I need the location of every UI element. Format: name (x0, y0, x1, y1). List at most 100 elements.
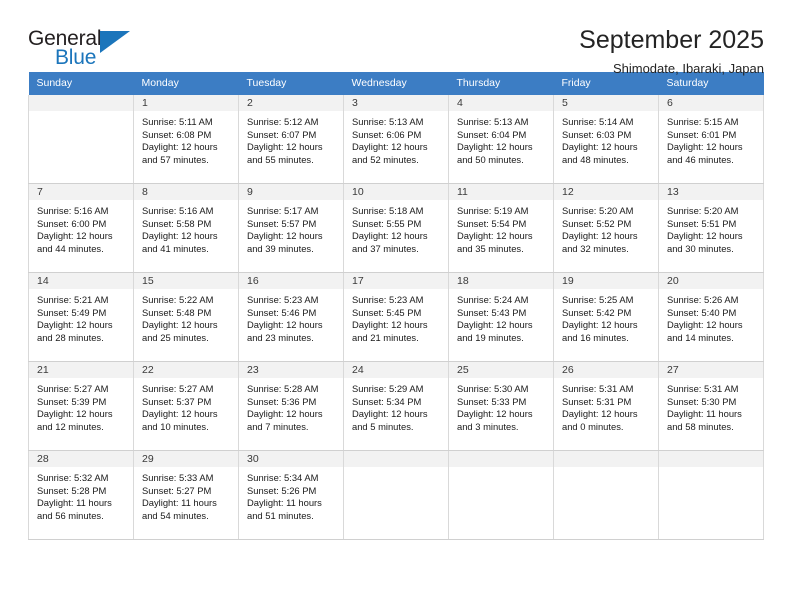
title-block: September 2025 Shimodate, Ibaraki, Japan (579, 26, 764, 77)
calendar-day-cell[interactable]: 10 Sunrise: 5:18 AM Sunset: 5:55 PM Dayligh… (343, 183, 449, 273)
sunset-time: Sunset: 6:03 PM (562, 128, 632, 140)
sunset-time: Sunset: 5:57 PM (247, 217, 317, 229)
day-number: 11 (449, 184, 553, 200)
day-cell-content: 19 Sunrise: 5:25 AM Sunset: 5:42 PM Dayligh… (554, 273, 658, 361)
sunset-time: Sunset: 5:48 PM (142, 306, 212, 318)
daylight-duration-line1: Daylight: 12 hours (247, 408, 323, 420)
day-sun-info: Sunrise: 5:20 AM Sunset: 5:52 PM Daylight:… (554, 200, 658, 255)
day-cell-content: 1 Sunrise: 5:11 AM Sunset: 6:08 PM Daylight… (134, 95, 238, 183)
day-cell-content (344, 451, 448, 539)
sunrise-time: Sunrise: 5:30 AM (457, 383, 529, 394)
calendar-day-cell[interactable]: 23 Sunrise: 5:28 AM Sunset: 5:36 PM Dayligh… (238, 361, 344, 451)
day-sun-info: Sunrise: 5:13 AM Sunset: 6:06 PM Daylight:… (344, 111, 448, 166)
calendar-day-cell[interactable]: 6 Sunrise: 5:15 AM Sunset: 6:01 PM Daylight… (658, 95, 764, 184)
sunset-time: Sunset: 5:58 PM (142, 217, 212, 229)
sunset-time: Sunset: 6:07 PM (247, 128, 317, 140)
day-cell-content: 18 Sunrise: 5:24 AM Sunset: 5:43 PM Dayligh… (449, 273, 553, 361)
daylight-duration-line2: and 7 minutes. (247, 420, 309, 432)
calendar-day-cell[interactable]: 1 Sunrise: 5:11 AM Sunset: 6:08 PM Daylight… (133, 95, 239, 184)
calendar-day-cell[interactable]: 4 Sunrise: 5:13 AM Sunset: 6:04 PM Daylight… (448, 95, 554, 184)
day-number: 5 (554, 95, 658, 111)
calendar-day-cell[interactable]: 28 Sunrise: 5:32 AM Sunset: 5:28 PM Dayligh… (28, 450, 134, 540)
day-cell-content: 3 Sunrise: 5:13 AM Sunset: 6:06 PM Daylight… (344, 95, 448, 183)
daylight-duration-line2: and 14 minutes. (667, 331, 734, 343)
page-subtitle: Shimodate, Ibaraki, Japan (612, 60, 764, 76)
calendar-week-row: 14 Sunrise: 5:21 AM Sunset: 5:49 PM Dayligh… (28, 272, 764, 362)
day-cell-content (449, 451, 553, 539)
day-number: 12 (554, 184, 658, 200)
day-number (659, 451, 763, 467)
general-blue-logo[interactable]: General Blue (28, 26, 146, 72)
sunset-time: Sunset: 5:52 PM (562, 217, 632, 229)
day-sun-info: Sunrise: 5:30 AM Sunset: 5:33 PM Daylight:… (449, 378, 553, 433)
daylight-duration-line2: and 54 minutes. (142, 509, 209, 521)
day-number: 29 (134, 451, 238, 467)
sunset-time: Sunset: 5:37 PM (142, 395, 212, 407)
calendar-day-cell[interactable]: 13 Sunrise: 5:20 AM Sunset: 5:51 PM Dayligh… (658, 183, 764, 273)
day-sun-info: Sunrise: 5:31 AM Sunset: 5:31 PM Daylight:… (554, 378, 658, 433)
day-sun-info: Sunrise: 5:21 AM Sunset: 5:49 PM Daylight:… (29, 289, 133, 344)
day-sun-info: Sunrise: 5:33 AM Sunset: 5:27 PM Daylight:… (134, 467, 238, 522)
sunset-time: Sunset: 5:30 PM (667, 395, 737, 407)
day-sun-info: Sunrise: 5:22 AM Sunset: 5:48 PM Daylight:… (134, 289, 238, 344)
calendar-day-cell[interactable]: 11 Sunrise: 5:19 AM Sunset: 5:54 PM Dayligh… (448, 183, 554, 273)
calendar-day-cell[interactable]: 24 Sunrise: 5:29 AM Sunset: 5:34 PM Dayligh… (343, 361, 449, 451)
sunrise-time: Sunrise: 5:16 AM (37, 205, 109, 216)
calendar-day-cell[interactable]: 25 Sunrise: 5:30 AM Sunset: 5:33 PM Dayligh… (448, 361, 554, 451)
calendar-day-cell[interactable]: 5 Sunrise: 5:14 AM Sunset: 6:03 PM Daylight… (553, 95, 659, 184)
calendar-day-cell[interactable]: 9 Sunrise: 5:17 AM Sunset: 5:57 PM Daylight… (238, 183, 344, 273)
calendar-day-cell[interactable]: 18 Sunrise: 5:24 AM Sunset: 5:43 PM Dayligh… (448, 272, 554, 362)
day-cell-content: 4 Sunrise: 5:13 AM Sunset: 6:04 PM Daylight… (449, 95, 553, 183)
daylight-duration-line1: Daylight: 12 hours (562, 230, 638, 242)
sunset-time: Sunset: 5:54 PM (457, 217, 527, 229)
sunset-time: Sunset: 5:51 PM (667, 217, 737, 229)
day-number: 17 (344, 273, 448, 289)
daylight-duration-line1: Daylight: 11 hours (667, 408, 742, 420)
day-cell-content: 26 Sunrise: 5:31 AM Sunset: 5:31 PM Dayligh… (554, 362, 658, 450)
calendar-day-cell[interactable]: 12 Sunrise: 5:20 AM Sunset: 5:52 PM Dayligh… (553, 183, 659, 273)
calendar-day-cell[interactable]: 30 Sunrise: 5:34 AM Sunset: 5:26 PM Dayligh… (238, 450, 344, 540)
daylight-duration-line1: Daylight: 12 hours (562, 408, 638, 420)
day-cell-content: 21 Sunrise: 5:27 AM Sunset: 5:39 PM Dayligh… (29, 362, 133, 450)
day-sun-info: Sunrise: 5:29 AM Sunset: 5:34 PM Daylight:… (344, 378, 448, 433)
calendar-day-cell[interactable]: 8 Sunrise: 5:16 AM Sunset: 5:58 PM Daylight… (133, 183, 239, 273)
day-sun-info: Sunrise: 5:31 AM Sunset: 5:30 PM Daylight:… (659, 378, 763, 433)
daylight-duration-line1: Daylight: 12 hours (247, 141, 323, 153)
day-cell-content: 5 Sunrise: 5:14 AM Sunset: 6:03 PM Daylight… (554, 95, 658, 183)
calendar-day-cell[interactable]: 27 Sunrise: 5:31 AM Sunset: 5:30 PM Dayligh… (658, 361, 764, 451)
sunrise-time: Sunrise: 5:11 AM (142, 116, 213, 127)
day-sun-info: Sunrise: 5:12 AM Sunset: 6:07 PM Daylight:… (239, 111, 343, 166)
daylight-duration-line1: Daylight: 12 hours (352, 408, 428, 420)
calendar-day-cell[interactable]: 19 Sunrise: 5:25 AM Sunset: 5:42 PM Dayligh… (553, 272, 659, 362)
calendar-day-cell[interactable]: 21 Sunrise: 5:27 AM Sunset: 5:39 PM Dayligh… (28, 361, 134, 451)
sunset-time: Sunset: 5:36 PM (247, 395, 317, 407)
calendar-day-cell[interactable]: 17 Sunrise: 5:23 AM Sunset: 5:45 PM Dayligh… (343, 272, 449, 362)
calendar-day-cell[interactable]: 14 Sunrise: 5:21 AM Sunset: 5:49 PM Dayligh… (28, 272, 134, 362)
daylight-duration-line2: and 3 minutes. (457, 420, 519, 432)
calendar-day-cell[interactable]: 15 Sunrise: 5:22 AM Sunset: 5:48 PM Dayligh… (133, 272, 239, 362)
sunrise-time: Sunrise: 5:25 AM (562, 294, 634, 305)
calendar-day-cell[interactable]: 29 Sunrise: 5:33 AM Sunset: 5:27 PM Dayligh… (133, 450, 239, 540)
calendar-day-cell-empty (448, 450, 554, 540)
daylight-duration-line1: Daylight: 12 hours (352, 319, 428, 331)
day-number: 19 (554, 273, 658, 289)
daylight-duration-line1: Daylight: 12 hours (142, 141, 218, 153)
calendar-day-cell[interactable]: 16 Sunrise: 5:23 AM Sunset: 5:46 PM Dayligh… (238, 272, 344, 362)
calendar-day-cell[interactable]: 7 Sunrise: 5:16 AM Sunset: 6:00 PM Daylight… (28, 183, 134, 273)
sunset-time: Sunset: 5:55 PM (352, 217, 422, 229)
day-number: 18 (449, 273, 553, 289)
calendar-day-cell[interactable]: 26 Sunrise: 5:31 AM Sunset: 5:31 PM Dayligh… (553, 361, 659, 451)
calendar-day-cell[interactable]: 3 Sunrise: 5:13 AM Sunset: 6:06 PM Daylight… (343, 95, 449, 184)
sunset-time: Sunset: 5:40 PM (667, 306, 737, 318)
calendar-day-cell[interactable]: 2 Sunrise: 5:12 AM Sunset: 6:07 PM Daylight… (238, 95, 344, 184)
calendar-day-cell[interactable]: 20 Sunrise: 5:26 AM Sunset: 5:40 PM Dayligh… (658, 272, 764, 362)
daylight-duration-line1: Daylight: 12 hours (247, 319, 323, 331)
sunrise-time: Sunrise: 5:27 AM (142, 383, 214, 394)
daylight-duration-line1: Daylight: 12 hours (457, 230, 533, 242)
day-number: 24 (344, 362, 448, 378)
daylight-duration-line1: Daylight: 12 hours (667, 230, 743, 242)
logo-text-blue: Blue (55, 46, 97, 69)
day-number: 16 (239, 273, 343, 289)
day-sun-info: Sunrise: 5:20 AM Sunset: 5:51 PM Daylight:… (659, 200, 763, 255)
calendar-day-cell[interactable]: 22 Sunrise: 5:27 AM Sunset: 5:37 PM Dayligh… (133, 361, 239, 451)
